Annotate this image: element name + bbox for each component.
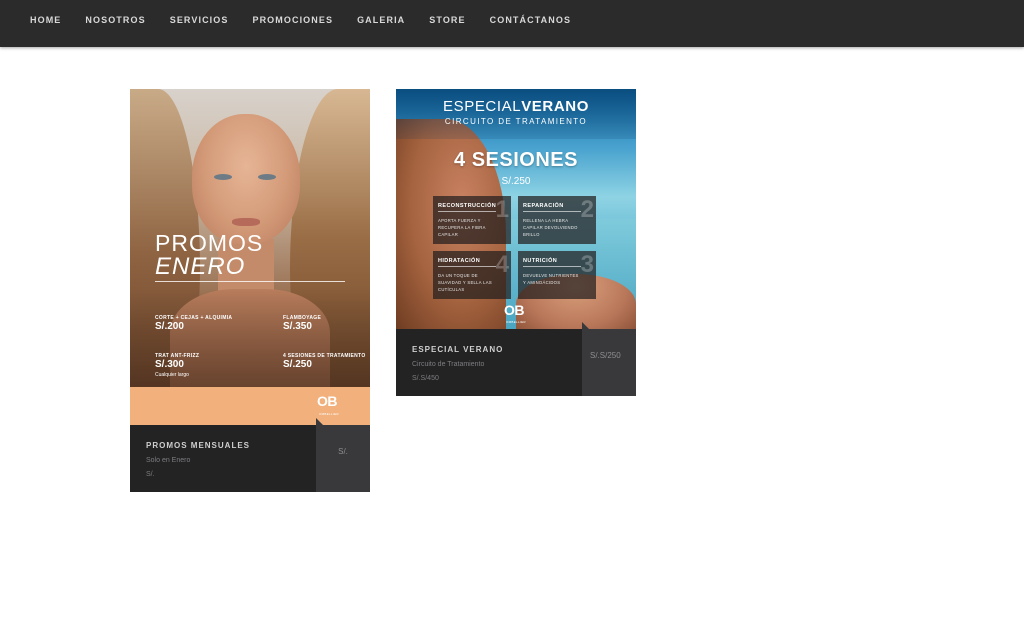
treatment-divider — [438, 211, 496, 212]
poster-subtitle: CIRCUITO DE TRATAMIENTO — [444, 117, 588, 126]
treatment-desc: APORTA FUERZA Y RECUPERA LA FIBRA CAPILA… — [438, 218, 486, 237]
price-badge: S/. — [316, 418, 370, 492]
top-navbar: HOME NOSOTROS SERVICIOS PROMOCIONES GALE… — [0, 0, 1024, 47]
treatment-box: 4 HIDRATACIÓN DA UN TOQUE DE SUAVIDAD Y … — [433, 251, 511, 299]
poster-title-promos: PROMOS — [155, 230, 264, 256]
treatment-box: 2 REPARACIÓN RELLENA LA HEBRA CAPILAR DE… — [518, 196, 596, 244]
offer-price: S/.200 — [155, 321, 184, 332]
eye-right — [258, 174, 276, 180]
price-badge-text: S/. — [338, 447, 348, 456]
card-title[interactable]: PROMOS MENSUALES — [146, 441, 250, 450]
nav-nosotros[interactable]: NOSOTROS — [85, 15, 145, 25]
treatment-divider — [523, 211, 581, 212]
nav-galeria[interactable]: GALERIA — [357, 15, 405, 25]
treatment-desc: RELLENA LA HEBRA CAPILAR DEVOLVIENDO BRI… — [523, 218, 578, 237]
poster-shade — [130, 289, 370, 399]
card-price: S/.S/450 — [412, 375, 439, 382]
card-price: S/. — [146, 471, 155, 478]
offer-price: S/.250 — [283, 359, 312, 370]
poster-title: ESPECIALVERANO — [396, 98, 636, 115]
treatment-box: 1 RECONSTRUCCIÓN APORTA FUERZA Y RECUPER… — [433, 196, 511, 244]
nav-servicios[interactable]: SERVICIOS — [170, 15, 229, 25]
nav-promociones[interactable]: PROMOCIONES — [252, 15, 333, 25]
poster-sessions-price: S/.250 — [501, 176, 531, 187]
nav-home[interactable]: HOME — [30, 15, 61, 25]
lips — [232, 218, 260, 226]
poster-footer-strip: OB OMBELLIER — [130, 387, 370, 425]
nav-store[interactable]: STORE — [429, 15, 465, 25]
poster-title-bold: VERANO — [521, 98, 589, 115]
treatment-name: REPARACIÓN — [523, 203, 564, 209]
offer-price: S/.350 — [283, 321, 312, 332]
poster-sessions: 4 SESIONES — [454, 149, 578, 171]
treatment-name: RECONSTRUCCIÓN — [438, 203, 497, 209]
treatment-box: 3 NUTRICIÓN DEVUELVE NUTRIENTES Y AMINOÁ… — [518, 251, 596, 299]
nav-contactanos[interactable]: CONTÁCTANOS — [490, 15, 571, 25]
treatment-divider — [438, 266, 496, 267]
promo-poster-enero[interactable]: PROMOS ENERO CORTE + CEJAS + ALQUIMIA S/… — [130, 89, 370, 425]
main-menu: HOME NOSOTROS SERVICIOS PROMOCIONES GALE… — [0, 0, 1024, 40]
poster-title-enero: ENERO — [155, 253, 246, 280]
offer-note: Cualquier largo — [155, 372, 189, 378]
price-badge: S/.S/250 — [582, 322, 636, 396]
card-subtitle: Circuito de Tratamiento — [412, 361, 485, 368]
promo-poster-verano[interactable]: ESPECIALVERANO CIRCUITO DE TRATAMIENTO 4… — [396, 89, 636, 329]
card-info: PROMOS MENSUALES Solo en Enero S/. — [130, 425, 316, 492]
ob-logo-sub: OMBELLIER — [506, 320, 526, 324]
model-face — [192, 114, 300, 244]
card-subtitle: Solo en Enero — [146, 457, 191, 464]
promo-card-mensuales[interactable]: PROMOS ENERO CORTE + CEJAS + ALQUIMIA S/… — [130, 89, 370, 492]
treatment-desc: DA UN TOQUE DE SUAVIDAD Y SELLA LAS CUTÍ… — [438, 273, 492, 292]
ob-logo: OB — [317, 393, 338, 409]
price-notch — [316, 418, 323, 425]
ob-logo-sub: OMBELLIER — [319, 412, 339, 416]
poster-title-light: ESPECIAL — [443, 98, 522, 115]
promo-card-verano[interactable]: ESPECIALVERANO CIRCUITO DE TRATAMIENTO 4… — [396, 89, 636, 396]
eye-left — [214, 174, 232, 180]
card-title[interactable]: ESPECIAL VERANO — [412, 345, 503, 354]
treatment-desc: DEVUELVE NUTRIENTES Y AMINOÁCIDOS — [523, 273, 579, 285]
price-notch — [582, 322, 589, 329]
price-badge-text: S/.S/250 — [590, 351, 621, 360]
treatment-name: NUTRICIÓN — [523, 258, 558, 264]
poster-divider — [155, 281, 345, 282]
treatment-name: HIDRATACIÓN — [438, 258, 481, 264]
card-info: ESPECIAL VERANO Circuito de Tratamiento … — [396, 329, 582, 396]
ob-logo: OB — [504, 302, 525, 318]
offer-price: S/.300 — [155, 359, 184, 370]
treatment-divider — [523, 266, 581, 267]
